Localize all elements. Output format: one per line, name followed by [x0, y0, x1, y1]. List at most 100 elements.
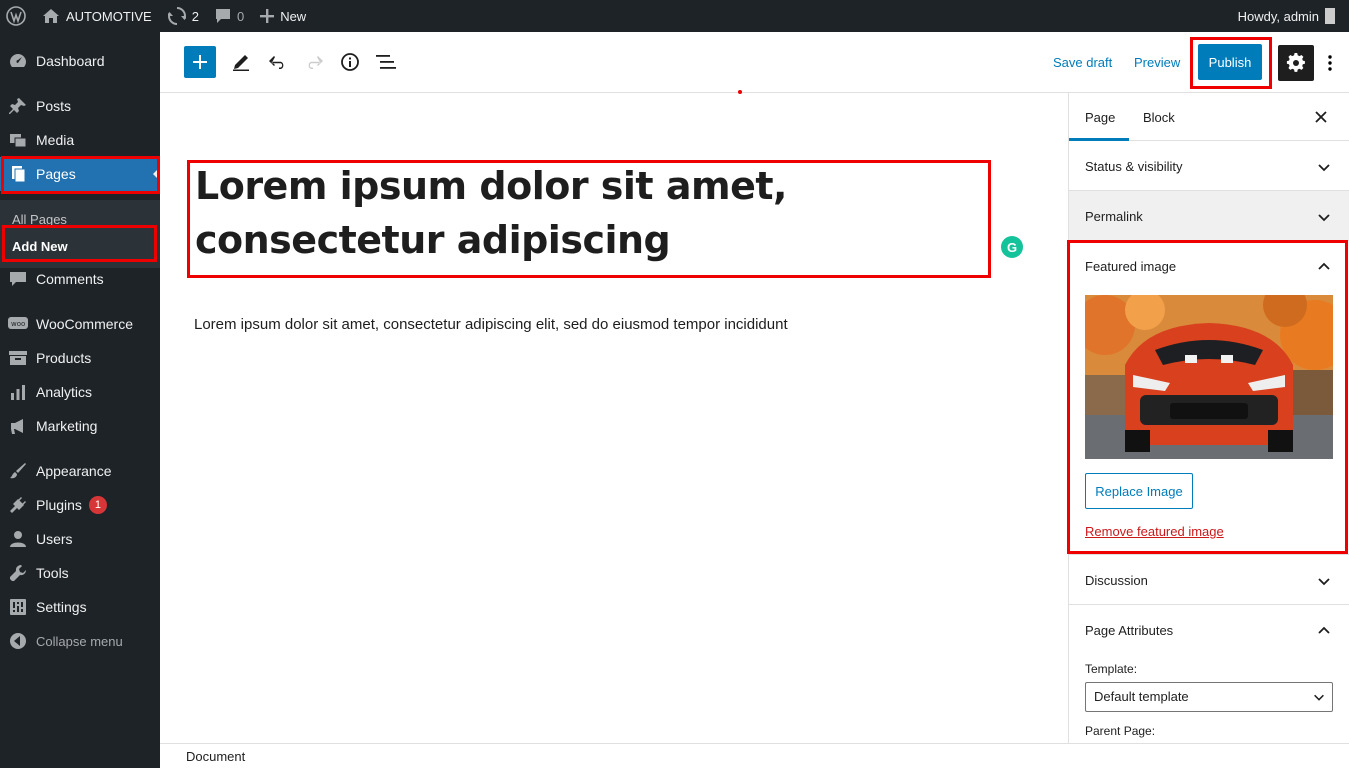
sidebar-item-label: Posts: [36, 98, 72, 114]
archive-icon: [8, 348, 28, 368]
pencil-icon: [233, 55, 249, 71]
tab-block[interactable]: Block: [1143, 110, 1175, 125]
sidebar-item-label: Plugins: [36, 497, 82, 513]
comment-icon: [8, 269, 28, 289]
sidebar-item-dashboard[interactable]: Dashboard: [0, 44, 160, 78]
section-status-visibility[interactable]: Status & visibility: [1069, 141, 1349, 191]
editor-toolbar: Save draft Preview Publish: [160, 32, 1349, 93]
submenu-all-pages[interactable]: All Pages: [12, 212, 67, 227]
updates-link[interactable]: 2: [160, 0, 207, 32]
remove-featured-image-link[interactable]: Remove featured image: [1085, 524, 1224, 539]
sidebar-item-label: Comments: [36, 271, 104, 287]
tools-button[interactable]: [225, 46, 257, 78]
chevron-up-icon[interactable]: [1316, 259, 1332, 275]
sidebar-item-products[interactable]: Products: [0, 341, 160, 375]
site-name: AUTOMOTIVE: [66, 8, 152, 24]
user-icon: [8, 529, 28, 549]
template-select[interactable]: Default template: [1085, 682, 1333, 712]
undo-icon: [269, 56, 284, 69]
editor-footer: Document: [160, 743, 1349, 768]
featured-image-preview[interactable]: [1085, 295, 1333, 459]
sidebar-item-label: Products: [36, 350, 92, 366]
replace-image-button[interactable]: Replace Image: [1085, 473, 1193, 509]
info-icon: [341, 53, 359, 71]
preview-button[interactable]: Preview: [1134, 55, 1180, 70]
sidebar-item-label: Media: [36, 132, 75, 148]
redo-button[interactable]: [298, 46, 330, 78]
greeting: Howdy, admin: [1237, 8, 1319, 24]
sidebar-item-label: Tools: [36, 565, 69, 581]
section-title[interactable]: Page Attributes: [1085, 623, 1173, 638]
red-dot-marker: [738, 90, 742, 94]
new-content-link[interactable]: New: [252, 0, 314, 32]
comments-count: 0: [236, 8, 245, 24]
sidebar-item-analytics[interactable]: Analytics: [0, 375, 160, 409]
admin-bar: AUTOMOTIVE 2 0 New Howdy, admin: [0, 0, 1349, 32]
dashboard-icon: [8, 51, 28, 71]
sidebar-item-media[interactable]: Media: [0, 123, 160, 157]
sidebar-item-tools[interactable]: Tools: [0, 556, 160, 590]
section-title: Status & visibility: [1085, 159, 1183, 174]
woocommerce-icon: woo: [8, 314, 28, 334]
more-options-button[interactable]: [1322, 49, 1338, 77]
template-label: Template:: [1085, 662, 1138, 676]
site-name-link[interactable]: AUTOMOTIVE: [34, 0, 160, 32]
settings-button[interactable]: [1278, 45, 1314, 81]
sidebar-item-pages[interactable]: Pages: [0, 157, 160, 191]
sidebar-item-label: WooCommerce: [36, 316, 133, 332]
wordpress-logo-button[interactable]: [0, 0, 34, 32]
sidebar-item-marketing[interactable]: Marketing: [0, 409, 160, 443]
plugins-update-badge: 1: [88, 496, 107, 514]
comments-link[interactable]: 0: [207, 0, 252, 32]
submenu-add-new[interactable]: Add New: [12, 239, 68, 254]
grammarly-icon[interactable]: G: [1001, 236, 1023, 258]
section-title: Discussion: [1085, 573, 1148, 588]
sidebar-item-plugins[interactable]: Plugins 1: [0, 488, 160, 522]
wordpress-icon: [6, 6, 26, 26]
chevron-up-icon[interactable]: [1316, 623, 1332, 639]
paragraph-block[interactable]: Lorem ipsum dolor sit amet, consectetur …: [194, 316, 788, 333]
paintbrush-icon: [8, 461, 28, 481]
section-discussion[interactable]: Discussion: [1069, 555, 1349, 605]
breadcrumb[interactable]: Document: [186, 749, 245, 764]
comment-bubble-icon: [215, 9, 230, 23]
sidebar-item-label: Dashboard: [36, 53, 105, 69]
post-title[interactable]: Lorem ipsum dolor sit amet, consectetur …: [195, 159, 995, 267]
publish-button[interactable]: Publish: [1198, 44, 1262, 80]
collapse-menu-button[interactable]: Collapse menu: [0, 624, 160, 658]
template-value: Default template: [1094, 689, 1189, 704]
svg-text:woo: woo: [11, 320, 25, 328]
my-account[interactable]: Howdy, admin: [1238, 8, 1349, 24]
sidebar-item-appearance[interactable]: Appearance: [0, 454, 160, 488]
details-button[interactable]: [334, 46, 366, 78]
sidebar-item-label: Pages: [36, 166, 76, 182]
editor-canvas: Lorem ipsum dolor sit amet, consectetur …: [160, 90, 1068, 743]
tab-page[interactable]: Page: [1085, 110, 1115, 125]
home-icon: [43, 9, 59, 23]
updates-icon: [167, 7, 186, 25]
avatar: [1325, 8, 1335, 24]
close-settings-button[interactable]: [1311, 107, 1331, 127]
gear-icon: [1286, 53, 1305, 72]
sidebar-item-label: Settings: [36, 599, 87, 615]
admin-menu: Dashboard Posts Media Pages All Pages Ad…: [0, 32, 160, 768]
pushpin-icon: [8, 96, 28, 116]
save-draft-button[interactable]: Save draft: [1053, 55, 1112, 70]
section-title[interactable]: Featured image: [1085, 259, 1176, 274]
pages-submenu: All Pages Add New: [0, 200, 160, 268]
sidebar-item-posts[interactable]: Posts: [0, 89, 160, 123]
settings-icon: [8, 597, 28, 617]
chevron-down-icon: [1318, 578, 1330, 586]
undo-button[interactable]: [262, 46, 294, 78]
block-inserter-button[interactable]: [184, 46, 216, 78]
sidebar-item-label: Analytics: [36, 384, 93, 400]
plug-icon: [8, 495, 28, 515]
sidebar-item-woocommerce[interactable]: woo WooCommerce: [0, 307, 160, 341]
list-view-icon: [376, 55, 396, 69]
sidebar-item-users[interactable]: Users: [0, 522, 160, 556]
car-photo: [1085, 295, 1333, 459]
sidebar-item-settings[interactable]: Settings: [0, 590, 160, 624]
list-view-button[interactable]: [370, 46, 402, 78]
sidebar-item-comments[interactable]: Comments: [0, 262, 160, 296]
section-permalink[interactable]: Permalink: [1069, 191, 1349, 241]
